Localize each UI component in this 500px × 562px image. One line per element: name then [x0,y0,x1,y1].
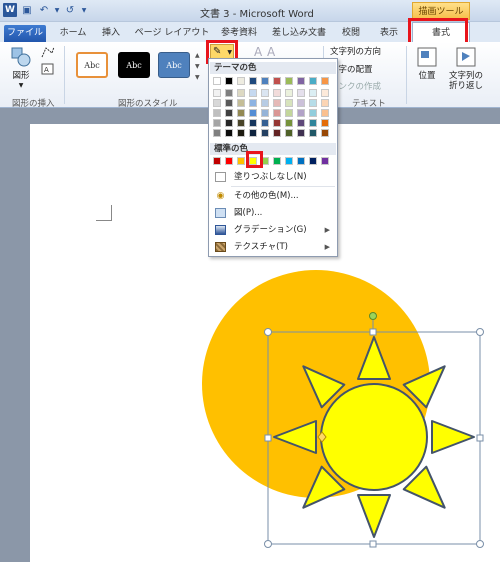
picture-menu-item[interactable]: 図(P)... [210,206,336,220]
theme-color-swatch[interactable] [225,119,233,127]
theme-color-swatch[interactable] [309,119,317,127]
standard-color-swatch[interactable] [213,157,221,165]
picture-icon [215,208,226,218]
theme-color-swatch[interactable] [225,77,233,85]
color-palette-icon: ◉ [216,191,225,201]
theme-color-swatch[interactable] [213,119,221,127]
standard-color-swatch[interactable] [273,157,281,165]
theme-color-swatch[interactable] [297,119,305,127]
yellow-swatch-highlight [246,151,263,168]
resize-handle[interactable] [369,328,377,336]
theme-color-swatch[interactable] [225,129,233,137]
theme-color-swatch[interactable] [309,109,317,117]
menu-separator [231,186,335,187]
resize-handle[interactable] [476,328,484,336]
theme-color-swatch[interactable] [237,109,245,117]
resize-handle[interactable] [264,328,272,336]
theme-color-swatch[interactable] [249,99,257,107]
theme-color-swatch[interactable] [273,99,281,107]
theme-color-swatch[interactable] [285,99,293,107]
theme-color-swatch[interactable] [285,129,293,137]
theme-color-swatch[interactable] [273,129,281,137]
texture-menu-item[interactable]: テクスチャ(T) ▶ [210,240,336,254]
theme-color-swatch[interactable] [213,129,221,137]
theme-color-swatch[interactable] [297,129,305,137]
theme-color-swatch[interactable] [249,119,257,127]
theme-color-swatch[interactable] [285,77,293,85]
theme-color-swatch[interactable] [261,77,269,85]
theme-color-swatch[interactable] [237,129,245,137]
theme-color-swatch[interactable] [213,109,221,117]
submenu-arrow-icon: ▶ [324,243,330,251]
theme-color-swatch[interactable] [309,89,317,97]
sun-ray [357,494,391,538]
theme-color-swatch[interactable] [273,77,281,85]
theme-color-swatch[interactable] [237,89,245,97]
theme-color-swatch[interactable] [249,89,257,97]
standard-color-swatch[interactable] [285,157,293,165]
theme-color-swatch[interactable] [321,109,329,117]
theme-color-swatch[interactable] [213,99,221,107]
resize-handle[interactable] [264,434,272,442]
theme-color-swatch[interactable] [225,89,233,97]
texture-icon [215,242,226,252]
theme-colors-header: テーマの色 [210,62,336,74]
theme-color-swatch[interactable] [261,129,269,137]
theme-color-swatch[interactable] [285,89,293,97]
theme-color-swatch[interactable] [213,89,221,97]
standard-colors-header: 標準の色 [210,143,336,155]
theme-color-swatch[interactable] [309,129,317,137]
theme-color-swatch[interactable] [297,77,305,85]
resize-handle[interactable] [476,434,484,442]
theme-color-swatch[interactable] [225,99,233,107]
standard-color-swatch[interactable] [297,157,305,165]
theme-color-swatch[interactable] [237,77,245,85]
theme-color-swatch[interactable] [321,89,329,97]
theme-color-swatch[interactable] [321,77,329,85]
theme-color-swatch[interactable] [273,89,281,97]
theme-color-swatch[interactable] [261,89,269,97]
theme-color-swatch[interactable] [321,99,329,107]
theme-color-swatch[interactable] [237,99,245,107]
theme-color-swatch[interactable] [309,77,317,85]
resize-handle[interactable] [369,540,377,548]
more-colors-menu-item[interactable]: ◉ その他の色(M)... [210,189,336,203]
theme-color-swatch[interactable] [285,119,293,127]
theme-color-swatch[interactable] [249,129,257,137]
sun-shape[interactable] [273,336,475,538]
theme-color-swatch[interactable] [297,99,305,107]
theme-color-swatch[interactable] [225,109,233,117]
theme-color-swatch[interactable] [249,109,257,117]
theme-color-swatch[interactable] [261,99,269,107]
sun-center-circle [320,383,428,491]
theme-color-swatch[interactable] [237,119,245,127]
submenu-arrow-icon: ▶ [324,226,330,234]
theme-color-swatch[interactable] [213,77,221,85]
theme-color-swatch[interactable] [273,119,281,127]
no-fill-icon [215,172,226,182]
gradient-icon [215,225,226,235]
shape-fill-dropdown: テーマの色 標準の色 塗りつぶしなし(N) ◉ その他の色(M)... 図(P)… [208,58,338,257]
gradient-menu-item[interactable]: グラデーション(G) ▶ [210,223,336,237]
resize-handle[interactable] [476,540,484,548]
theme-color-swatch[interactable] [321,119,329,127]
theme-color-swatch[interactable] [321,129,329,137]
theme-color-swatch[interactable] [297,109,305,117]
theme-color-swatch[interactable] [273,109,281,117]
theme-color-swatch[interactable] [297,89,305,97]
theme-color-swatch[interactable] [309,99,317,107]
rotation-handle[interactable] [369,312,377,320]
resize-handle[interactable] [264,540,272,548]
theme-color-swatch[interactable] [249,77,257,85]
standard-color-swatch[interactable] [225,157,233,165]
sun-ray [431,420,475,454]
theme-color-swatch[interactable] [285,109,293,117]
no-fill-menu-item[interactable]: 塗りつぶしなし(N) [210,170,336,184]
theme-color-swatch[interactable] [261,109,269,117]
standard-color-swatch[interactable] [321,157,329,165]
theme-color-swatch[interactable] [261,119,269,127]
standard-color-swatch[interactable] [309,157,317,165]
standard-color-swatch[interactable] [237,157,245,165]
